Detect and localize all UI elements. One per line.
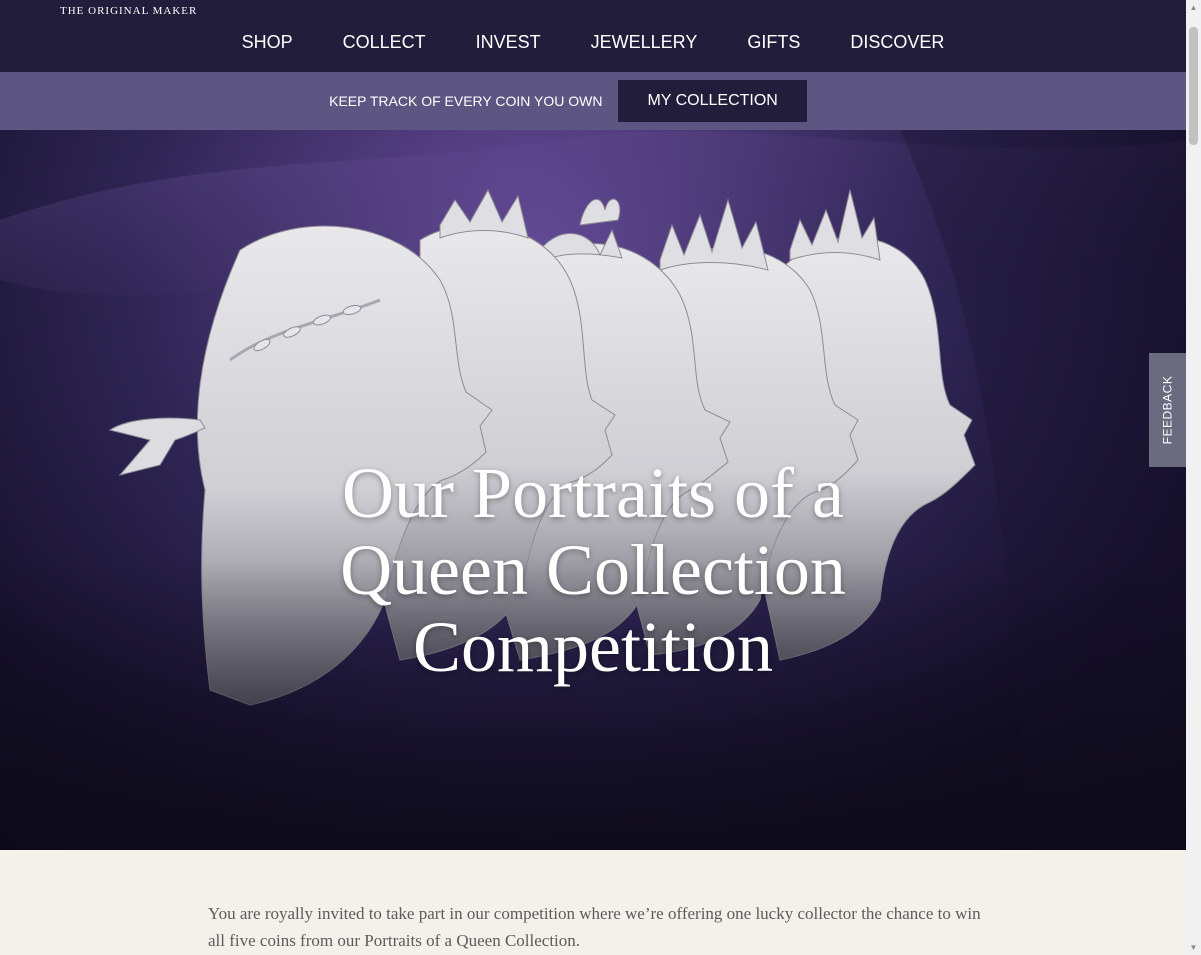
intro-text: You are royally invited to take part in …: [208, 904, 981, 950]
main-nav: SHOP COLLECT INVEST JEWELLERY GIFTS DISC…: [0, 31, 1186, 53]
nav-gifts[interactable]: GIFTS: [747, 31, 800, 53]
intro-section: You are royally invited to take part in …: [0, 850, 1186, 955]
nav-discover[interactable]: DISCOVER: [850, 31, 944, 53]
nav-invest[interactable]: INVEST: [476, 31, 541, 53]
feedback-tab[interactable]: FEEDBACK: [1149, 353, 1186, 467]
collection-prompt: KEEP TRACK OF EVERY COIN YOU OWN: [329, 93, 603, 109]
brand-tagline[interactable]: THE ORIGINAL MAKER: [60, 5, 197, 17]
nav-shop[interactable]: SHOP: [242, 31, 293, 53]
my-collection-button[interactable]: MY COLLECTION: [618, 80, 807, 122]
scroll-down-icon[interactable]: ▼: [1186, 940, 1201, 955]
nav-collect[interactable]: COLLECT: [343, 31, 426, 53]
top-navigation: THE ORIGINAL MAKER SHOP COLLECT INVEST J…: [0, 0, 1186, 72]
nav-jewellery[interactable]: JEWELLERY: [591, 31, 698, 53]
scroll-up-icon[interactable]: ▲: [1186, 0, 1201, 15]
collection-banner: KEEP TRACK OF EVERY COIN YOU OWN MY COLL…: [0, 72, 1186, 130]
feedback-label: FEEDBACK: [1160, 375, 1175, 445]
page: THE ORIGINAL MAKER SHOP COLLECT INVEST J…: [0, 0, 1201, 955]
page-scrollbar[interactable]: ▲ ▼: [1186, 0, 1201, 955]
hero-title: Our Portraits of a Queen Collection Comp…: [340, 453, 846, 687]
scroll-thumb[interactable]: [1189, 27, 1198, 145]
hero-banner: Our Portraits of a Queen Collection Comp…: [0, 130, 1186, 850]
